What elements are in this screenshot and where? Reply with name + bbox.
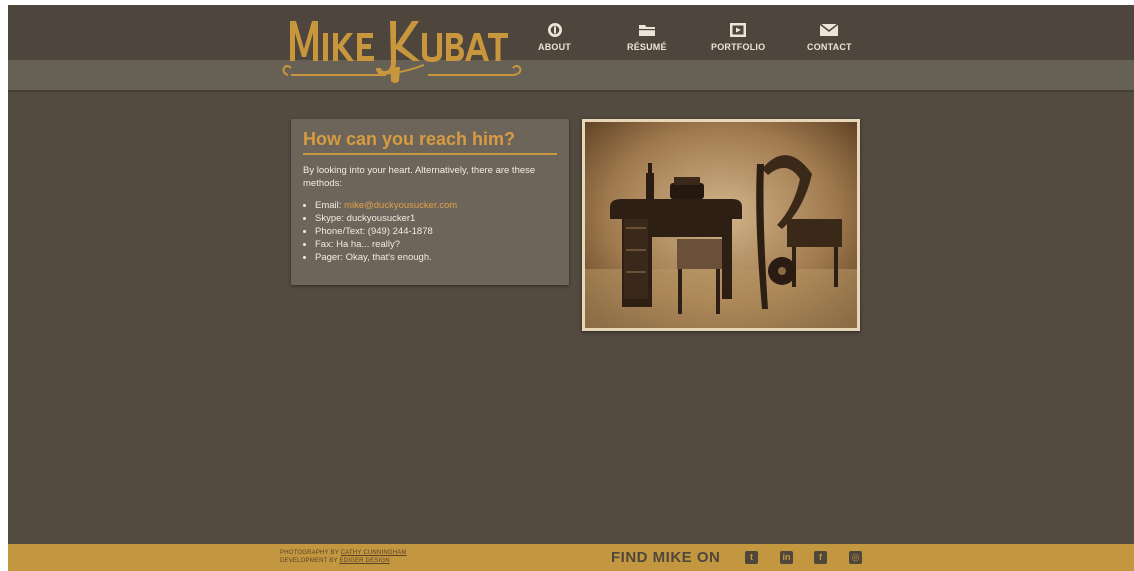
development-credit: DEVELOPMENT BY EDIGER DESIGN — [280, 558, 390, 564]
facebook-icon[interactable]: f — [814, 551, 827, 564]
contact-skype-item: Skype: duckyousucker1 — [315, 212, 565, 225]
twitter-icon[interactable]: t — [745, 551, 758, 564]
envelope-icon — [819, 23, 839, 36]
contact-heading: How can you reach him? — [303, 129, 557, 155]
photography-credit-prefix: PHOTOGRAPHY BY — [280, 550, 341, 556]
nav-portfolio[interactable]: PORTFOLIO — [711, 22, 765, 52]
nav-portfolio-label: PORTFOLIO — [711, 42, 766, 52]
nav-resume-label: RÉSUMÉ — [627, 42, 667, 52]
header — [8, 5, 1134, 60]
email-label: Email: — [315, 200, 345, 211]
coin-icon — [547, 23, 562, 37]
nav-contact[interactable]: CONTACT — [807, 22, 852, 52]
contact-methods-list: Email: mike@duckyousucker.com Skype: duc… — [303, 199, 565, 264]
email-link[interactable]: mike@duckyousucker.com — [344, 200, 457, 211]
find-mike-label: FIND MIKE ON — [611, 549, 721, 566]
contact-intro: By looking into your heart. Alternativel… — [303, 165, 536, 189]
contact-card: How can you reach him? By looking into y… — [291, 119, 569, 285]
contact-email-item: Email: mike@duckyousucker.com — [315, 199, 565, 212]
nav-about-label: ABOUT — [538, 42, 571, 52]
nav-about[interactable]: ABOUT — [538, 22, 571, 52]
nav-resume[interactable]: RÉSUMÉ — [627, 22, 667, 52]
header-band — [8, 60, 1134, 92]
page: ABOUT RÉSUMÉ PORTFOLIO CONTACT How can y… — [8, 5, 1134, 571]
contact-pager-item: Pager: Okay, that's enough. — [315, 251, 565, 264]
site-logo[interactable] — [278, 9, 523, 89]
contact-fax-item: Fax: Ha ha... really? — [315, 238, 565, 251]
development-credit-prefix: DEVELOPMENT BY — [280, 558, 340, 564]
developer-link[interactable]: EDIGER DESIGN — [339, 558, 389, 564]
photographer-link[interactable]: CATHY CUNNINGHAM — [341, 550, 407, 556]
sepia-photo — [582, 119, 860, 331]
folder-icon — [638, 25, 655, 36]
linkedin-icon[interactable]: in — [780, 551, 793, 564]
film-icon — [730, 23, 747, 37]
photography-credit: PHOTOGRAPHY BY CATHY CUNNINGHAM — [280, 550, 407, 556]
footer: PHOTOGRAPHY BY CATHY CUNNINGHAM DEVELOPM… — [8, 544, 1134, 571]
contact-phone-item: Phone/Text: (949) 244-1878 — [315, 225, 565, 238]
instagram-icon[interactable]: ◎ — [849, 551, 862, 564]
nav-contact-label: CONTACT — [807, 42, 852, 52]
